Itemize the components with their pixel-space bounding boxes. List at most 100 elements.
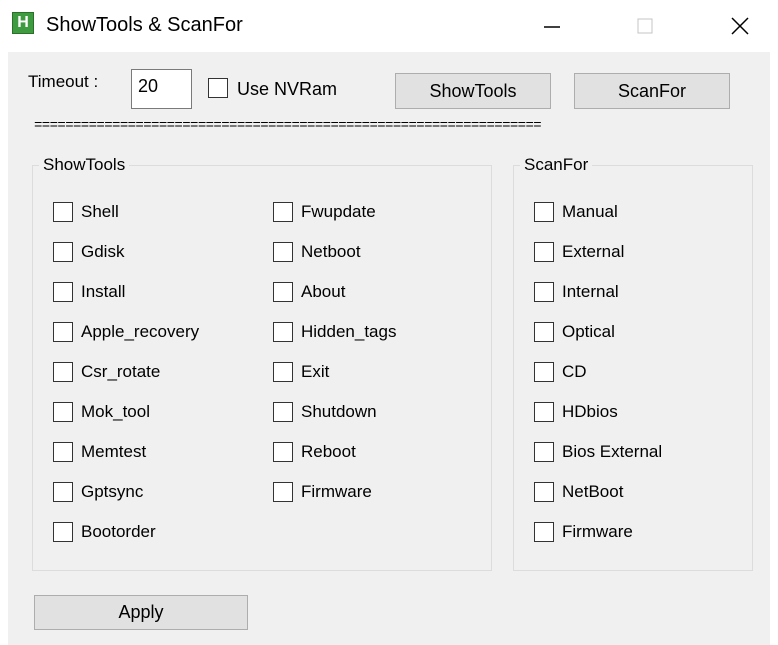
option-label: NetBoot [562, 482, 624, 501]
scanfor-button[interactable]: ScanFor [574, 73, 730, 109]
showtools-option[interactable]: Gptsync [53, 480, 143, 504]
scanfor-option[interactable]: CD [534, 360, 587, 384]
showtools-option[interactable]: Install [53, 280, 125, 304]
showtools-group-title: ShowTools [39, 155, 130, 175]
option-label: Manual [562, 202, 618, 221]
showtools-option[interactable]: Hidden_tags [273, 320, 396, 344]
scanfor-option[interactable]: External [534, 240, 624, 264]
showtools-option[interactable]: Csr_rotate [53, 360, 160, 384]
checkbox[interactable] [273, 402, 293, 422]
option-label: Gptsync [81, 482, 144, 501]
showtools-option[interactable]: Shutdown [273, 400, 377, 424]
scanfor-group: ScanFor Manual External Internal Optical… [513, 155, 753, 571]
client-area: Timeout : 20 Use NVRam ShowTools ScanFor… [8, 52, 770, 645]
showtools-option[interactable]: Bootorder [53, 520, 156, 544]
showtools-option[interactable]: Apple_recovery [53, 320, 199, 344]
checkbox[interactable] [53, 322, 73, 342]
option-label: Hidden_tags [301, 322, 397, 341]
scanfor-option[interactable]: Bios External [534, 440, 662, 464]
checkbox[interactable] [273, 322, 293, 342]
scanfor-option[interactable]: HDbios [534, 400, 618, 424]
option-label: External [562, 242, 625, 261]
timeout-input[interactable]: 20 [131, 69, 192, 109]
checkbox[interactable] [53, 522, 73, 542]
minimize-button[interactable] [522, 0, 582, 52]
checkbox[interactable] [53, 362, 73, 382]
checkbox[interactable] [534, 242, 554, 262]
showtools-option[interactable]: Netboot [273, 240, 361, 264]
scanfor-option[interactable]: Optical [534, 320, 615, 344]
checkbox[interactable] [53, 482, 73, 502]
app-h-icon: H [12, 12, 34, 34]
close-button[interactable] [710, 0, 770, 52]
checkbox[interactable] [273, 242, 293, 262]
checkbox[interactable] [53, 402, 73, 422]
scanfor-option[interactable]: Internal [534, 280, 619, 304]
checkbox[interactable] [534, 402, 554, 422]
checkbox[interactable] [53, 242, 73, 262]
option-label: Netboot [301, 242, 361, 261]
scanfor-group-title: ScanFor [520, 155, 593, 175]
showtools-option[interactable]: Mok_tool [53, 400, 150, 424]
option-label: Exit [301, 362, 330, 381]
maximize-icon [637, 18, 653, 34]
use-nvram-label: Use NVRam [237, 79, 338, 99]
showtools-option[interactable]: Gdisk [53, 240, 124, 264]
option-label: Gdisk [81, 242, 125, 261]
window-title: ShowTools & ScanFor [46, 14, 243, 36]
showtools-option[interactable]: Memtest [53, 440, 146, 464]
checkbox[interactable] [273, 482, 293, 502]
scanfor-option[interactable]: NetBoot [534, 480, 623, 504]
checkbox[interactable] [273, 442, 293, 462]
checkbox[interactable] [53, 202, 73, 222]
option-label: Shutdown [301, 402, 377, 421]
title-bar: H ShowTools & ScanFor [0, 0, 778, 52]
option-label: Optical [562, 322, 615, 341]
checkbox[interactable] [534, 522, 554, 542]
separator-line: ========================================… [34, 118, 542, 134]
checkbox[interactable] [53, 442, 73, 462]
showtools-option[interactable]: Shell [53, 200, 119, 224]
option-label: Shell [81, 202, 119, 221]
option-label: Internal [562, 282, 619, 301]
option-label: Mok_tool [81, 402, 150, 421]
option-label: Install [81, 282, 126, 301]
close-icon [731, 17, 749, 35]
checkbox[interactable] [273, 202, 293, 222]
showtools-option[interactable]: Fwupdate [273, 200, 376, 224]
checkbox[interactable] [273, 282, 293, 302]
checkbox[interactable] [534, 442, 554, 462]
showtools-option[interactable]: Reboot [273, 440, 356, 464]
option-label: Csr_rotate [81, 362, 161, 381]
option-label: Bios External [562, 442, 663, 461]
maximize-button[interactable] [615, 0, 675, 52]
checkbox[interactable] [534, 482, 554, 502]
option-label: Apple_recovery [81, 322, 200, 341]
option-label: About [301, 282, 346, 301]
scanfor-option[interactable]: Manual [534, 200, 618, 224]
checkbox[interactable] [53, 282, 73, 302]
apply-button[interactable]: Apply [34, 595, 248, 630]
checkbox[interactable] [534, 362, 554, 382]
checkbox[interactable] [534, 322, 554, 342]
checkbox[interactable] [534, 282, 554, 302]
option-label: Reboot [301, 442, 356, 461]
minimize-icon [544, 26, 560, 28]
option-label: Fwupdate [301, 202, 376, 221]
timeout-label: Timeout : [28, 72, 99, 91]
showtools-option[interactable]: Exit [273, 360, 329, 384]
window: H ShowTools & ScanFor Timeout : 20 Use N… [0, 0, 778, 645]
checkbox[interactable] [273, 362, 293, 382]
showtools-option[interactable]: Firmware [273, 480, 372, 504]
option-label: Firmware [562, 522, 633, 541]
use-nvram-checkbox[interactable] [208, 78, 228, 98]
option-label: Firmware [301, 482, 372, 501]
checkbox[interactable] [534, 202, 554, 222]
showtools-group: ShowTools Shell Gdisk Install Apple_reco… [32, 155, 492, 571]
option-label: Memtest [81, 442, 147, 461]
showtools-button[interactable]: ShowTools [395, 73, 551, 109]
showtools-option[interactable]: About [273, 280, 345, 304]
option-label: CD [562, 362, 587, 381]
scanfor-option[interactable]: Firmware [534, 520, 633, 544]
option-label: HDbios [562, 402, 618, 421]
